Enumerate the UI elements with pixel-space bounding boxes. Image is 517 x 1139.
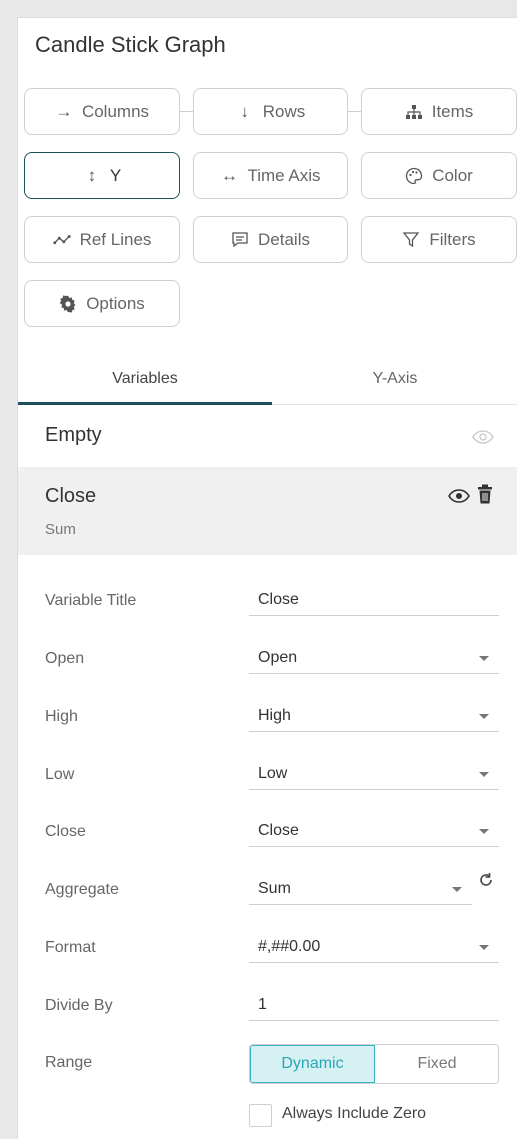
eye-icon[interactable]: [472, 430, 494, 449]
tab-divider: [272, 404, 517, 405]
options-button[interactable]: Options: [24, 280, 180, 327]
columns-button-label: Columns: [81, 101, 150, 121]
format-select-value: #,##0.00: [258, 938, 321, 955]
low-select-value: Low: [258, 765, 288, 782]
items-button[interactable]: Items: [361, 88, 517, 135]
hierarchy-icon: [405, 103, 423, 121]
ref-lines-button-label: Ref Lines: [79, 229, 152, 249]
low-select[interactable]: Low: [249, 760, 499, 790]
rows-button-label: Rows: [262, 101, 306, 121]
line-chart-icon: [52, 231, 71, 249]
open-label: Open: [45, 650, 85, 667]
arrow-right-icon: →: [55, 101, 73, 121]
close-select-value: Close: [258, 822, 299, 839]
chevron-down-icon: [479, 772, 489, 777]
aggregate-label: Aggregate: [45, 881, 119, 898]
always-include-zero-checkbox[interactable]: [249, 1104, 272, 1127]
always-include-zero-label: Always Include Zero: [282, 1105, 427, 1122]
rows-button[interactable]: ↓ Rows: [193, 88, 348, 135]
filter-icon: [402, 231, 420, 249]
open-select[interactable]: Open: [249, 644, 499, 674]
variable-item-close[interactable]: Close Sum: [18, 467, 517, 555]
connector: [348, 111, 361, 112]
tab-variables[interactable]: Variables: [18, 353, 272, 405]
columns-button[interactable]: → Columns: [24, 88, 180, 135]
aggregate-select[interactable]: Sum: [249, 875, 472, 905]
reset-icon[interactable]: [478, 872, 494, 893]
variable-item-empty[interactable]: Empty: [18, 406, 517, 466]
details-button-label: Details: [258, 229, 310, 249]
color-button[interactable]: Color: [361, 152, 517, 199]
horizontal-arrows-icon: ↔: [220, 165, 238, 185]
items-button-label: Items: [431, 101, 474, 121]
variable-title-label: Variable Title: [45, 592, 137, 609]
close-select[interactable]: Close: [249, 817, 499, 847]
options-button-label: Options: [86, 293, 145, 313]
format-select[interactable]: #,##0.00: [249, 933, 499, 963]
comment-icon: [231, 231, 249, 249]
chevron-down-icon: [479, 829, 489, 834]
chevron-down-icon: [452, 887, 462, 892]
time-axis-button-label: Time Axis: [247, 165, 321, 185]
y-button[interactable]: ↕ Y: [24, 152, 180, 199]
arrow-down-icon: ↓: [240, 101, 249, 121]
vertical-arrows-icon: ↕: [87, 165, 97, 185]
details-button[interactable]: Details: [193, 216, 348, 263]
variable-title-input[interactable]: Close: [249, 586, 499, 616]
range-toggle: Dynamic Fixed: [249, 1044, 499, 1084]
color-button-label: Color: [432, 165, 473, 185]
y-button-label: Y: [109, 165, 122, 185]
range-label: Range: [45, 1054, 93, 1071]
gear-icon: [59, 294, 77, 313]
chevron-down-icon: [479, 945, 489, 950]
palette-icon: [405, 167, 423, 185]
range-option-dynamic[interactable]: Dynamic: [250, 1045, 375, 1083]
format-label: Format: [45, 939, 96, 956]
time-axis-button[interactable]: ↔ Time Axis: [193, 152, 348, 199]
trash-icon[interactable]: [477, 484, 493, 509]
chevron-down-icon: [479, 656, 489, 661]
aggregate-select-value: Sum: [258, 880, 291, 897]
chevron-down-icon: [479, 714, 489, 719]
divide-by-input[interactable]: 1: [249, 991, 499, 1021]
close-label: Close: [45, 823, 86, 840]
tab-bar: Variables Y-Axis: [18, 353, 517, 405]
filters-button[interactable]: Filters: [361, 216, 517, 263]
variable-name: Close: [45, 485, 97, 507]
high-label: High: [45, 708, 78, 725]
tab-y-axis[interactable]: Y-Axis: [272, 353, 517, 405]
connector: [180, 111, 193, 112]
panel-title: Candle Stick Graph: [35, 32, 226, 57]
variable-aggregate: Sum: [45, 521, 76, 538]
eye-icon[interactable]: [448, 489, 470, 508]
variable-name: Empty: [45, 424, 102, 446]
range-option-fixed[interactable]: Fixed: [376, 1045, 498, 1083]
filters-button-label: Filters: [429, 229, 476, 249]
high-select[interactable]: High: [249, 702, 499, 732]
divide-by-label: Divide By: [45, 997, 113, 1014]
high-select-value: High: [258, 707, 291, 724]
ref-lines-button[interactable]: Ref Lines: [24, 216, 180, 263]
settings-panel: Candle Stick Graph → Columns ↓ Rows Item…: [17, 17, 517, 1139]
open-select-value: Open: [258, 649, 298, 666]
low-label: Low: [45, 766, 75, 783]
